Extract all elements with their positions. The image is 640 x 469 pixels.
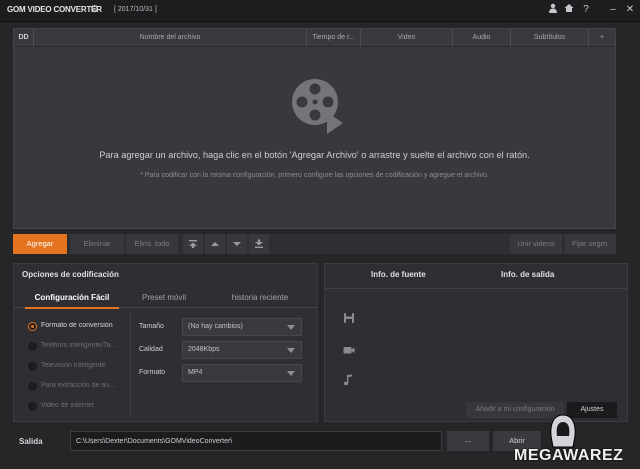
watermark-text: MEGAWAREZ (514, 447, 624, 464)
tab-easy-config[interactable]: Configuración Fácil (25, 288, 119, 309)
set-segments-button[interactable]: Fijar segm. (565, 234, 616, 254)
add-file-button[interactable]: Agregar (13, 234, 67, 254)
column-header: DD Nombre del archivo Tiempo de r... Vid… (14, 29, 615, 47)
radio-label: Para extracción de au... (41, 382, 115, 389)
user-icon[interactable] (546, 3, 560, 17)
size-value: (No hay cambios) (188, 323, 243, 330)
column-time[interactable]: Tiempo de r... (307, 29, 361, 47)
format-value: MP4 (188, 369, 203, 376)
info-separator (325, 288, 627, 289)
radio-label: Video de internet (41, 402, 94, 409)
chevron-down-icon (287, 325, 295, 330)
output-path-value: C:\Users\Dexter\Documents\GOMVideoConver… (76, 438, 233, 445)
radio-dot (28, 402, 37, 411)
radio-label: Televisión inteligente (41, 362, 106, 369)
gear-icon[interactable]: ⚙ (90, 4, 100, 16)
options-tabbar: Configuración Fácil Preset móvil histori… (14, 288, 317, 309)
column-dd[interactable]: DD (14, 29, 34, 47)
title-bar: GOM VIDEO CONVERTER ⚙ [ 2017/10/31 ] ? –… (0, 0, 640, 22)
column-video[interactable]: Video (361, 29, 453, 47)
tab-mobile-preset[interactable]: Preset móvil (127, 288, 201, 308)
app-title: GOM VIDEO CONVERTER (7, 5, 102, 14)
options-divider (130, 311, 131, 417)
format-label: Formato (139, 369, 166, 376)
encoding-options-panel: Opciones de codificación Configuración F… (13, 263, 318, 422)
drop-hint-note: * Para codificar con la misma configurac… (140, 172, 489, 179)
column-filename[interactable]: Nombre del archivo (34, 29, 307, 47)
format-select[interactable]: MP4 (182, 364, 302, 382)
delete-button[interactable]: Eliminar (70, 234, 124, 254)
music-note-icon (343, 374, 352, 386)
output-label: Salida (19, 437, 43, 446)
hooded-figure-icon (550, 414, 576, 448)
radio-dot (28, 322, 37, 331)
drop-hint: Para agregar un archivo, haga clic en el… (99, 150, 530, 160)
radio-dot (28, 342, 37, 351)
file-list-panel[interactable]: DD Nombre del archivo Tiempo de r... Vid… (13, 28, 616, 229)
move-down-button[interactable] (227, 234, 247, 254)
file-icon (344, 313, 354, 323)
app-date: [ 2017/10/31 ] (114, 6, 157, 13)
move-top-button[interactable] (183, 234, 203, 254)
radio-audio-extraction[interactable]: Para extracción de au... (28, 381, 133, 393)
encoding-options-title: Opciones de codificación (22, 270, 119, 279)
arrow-up-icon (211, 242, 219, 246)
move-bottom-icon (255, 239, 263, 248)
column-subtitles[interactable]: Subtítulos (511, 29, 589, 47)
column-audio[interactable]: Audio (453, 29, 511, 47)
output-path-field[interactable]: C:\Users\Dexter\Documents\GOMVideoConver… (70, 431, 442, 451)
info-panel: Info. de fuente Info. de salida Añadir a… (324, 263, 628, 422)
home-icon[interactable] (562, 3, 576, 17)
close-icon[interactable]: ✕ (623, 3, 637, 17)
quality-value: 2048Kbps (188, 346, 220, 353)
chevron-down-icon (287, 371, 295, 376)
tab-recent-history[interactable]: historia reciente (214, 288, 306, 308)
chevron-down-icon (287, 348, 295, 353)
minimize-icon[interactable]: – (606, 3, 620, 17)
move-up-button[interactable] (205, 234, 225, 254)
video-camera-icon (343, 347, 355, 354)
radio-label: Formato de conversión (41, 322, 113, 329)
browse-button[interactable]: ... (447, 431, 489, 451)
move-bottom-button[interactable] (249, 234, 269, 254)
radio-dot (28, 382, 37, 391)
radio-dot (28, 362, 37, 371)
tab-output-info[interactable]: Info. de salida (501, 270, 554, 279)
film-reel-icon (292, 79, 343, 134)
quality-label: Calidad (139, 346, 163, 353)
radio-smartphone-tablet[interactable]: Teléfono inteligente/Ta... (28, 341, 133, 353)
size-select[interactable]: (No hay cambios) (182, 318, 302, 336)
quality-select[interactable]: 2048Kbps (182, 341, 302, 359)
radio-internet-video[interactable]: Video de internet (28, 401, 133, 413)
size-label: Tamaño (139, 323, 164, 330)
delete-all-button[interactable]: Elimi. todo (126, 234, 178, 254)
radio-label: Teléfono inteligente/Ta... (41, 342, 117, 349)
help-icon[interactable]: ? (579, 3, 593, 17)
join-videos-button[interactable]: Unir videos (510, 234, 562, 254)
radio-smart-tv[interactable]: Televisión inteligente (28, 361, 133, 373)
arrow-down-icon (233, 242, 241, 246)
tab-source-info[interactable]: Info. de fuente (371, 270, 426, 279)
radio-conversion-format[interactable]: Formato de conversión (28, 321, 133, 333)
move-top-icon (189, 240, 197, 248)
file-toolbar: Agregar Eliminar Elimi. todo Unir videos… (13, 234, 616, 254)
column-add-button[interactable]: + (589, 29, 615, 47)
